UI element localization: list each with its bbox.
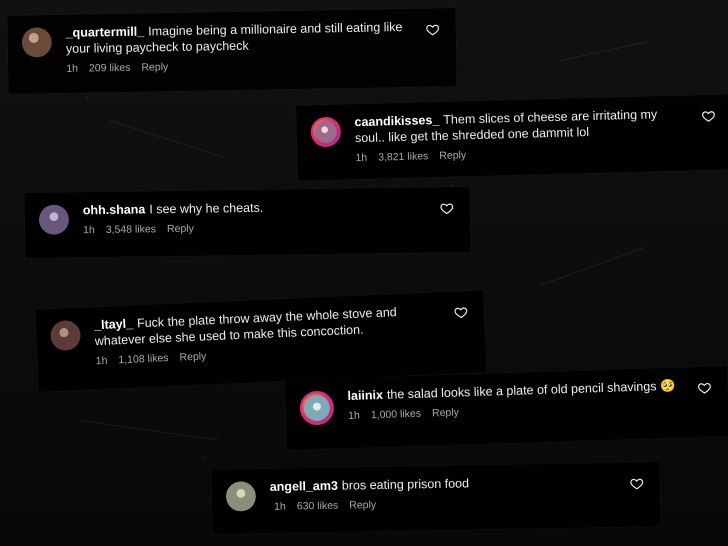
username[interactable]: ohh.shana (83, 202, 146, 217)
comment-text: angell_am3 bros eating prison food (270, 473, 618, 495)
comment-text: caandikisses_ Them slices of cheese are i… (354, 105, 690, 146)
comment-content: ohh.shana I see why he cheats. 1h 3,548 l… (83, 197, 428, 237)
avatar-image (38, 204, 70, 235)
avatar-image (21, 27, 53, 58)
like-count[interactable]: 3,821 likes (378, 150, 429, 163)
comment-card: caandikisses_ Them slices of cheese are i… (296, 94, 728, 181)
username[interactable]: _ltayl_ (94, 317, 133, 333)
comment-body: bros eating prison food (341, 476, 470, 493)
comment-text: ohh.shana I see why he cheats. (83, 197, 428, 218)
avatar-image (314, 120, 338, 144)
like-count[interactable]: 1,000 likes (371, 408, 422, 422)
timestamp: 1h (355, 151, 368, 165)
heart-icon[interactable] (454, 305, 469, 320)
like-count[interactable]: 3,548 likes (106, 223, 156, 236)
heart-icon[interactable] (630, 476, 644, 490)
reply-button[interactable]: Reply (179, 350, 206, 363)
comment-meta: 1h 3,548 likes Reply (83, 219, 428, 237)
reply-button[interactable]: Reply (432, 407, 459, 420)
avatar-image (49, 319, 82, 352)
timestamp: 1h (66, 62, 79, 75)
avatar[interactable] (225, 481, 257, 512)
avatar-image (225, 481, 257, 512)
comment-content: laiinix the salad looks like a plate of o… (347, 377, 686, 422)
username[interactable]: _quartermill_ (66, 25, 145, 40)
like-count[interactable]: 209 likes (89, 62, 131, 75)
avatar[interactable] (310, 116, 342, 148)
comment-content: angell_am3 bros eating prison food 1h 630… (270, 473, 619, 513)
heart-icon[interactable] (701, 109, 715, 123)
avatar[interactable] (49, 319, 82, 352)
heart-icon[interactable] (440, 201, 454, 215)
avatar[interactable] (38, 204, 70, 235)
comment-card: laiinix the salad looks like a plate of o… (285, 366, 728, 450)
timestamp: 1h (347, 409, 361, 422)
comment-content: caandikisses_ Them slices of cheese are i… (354, 105, 690, 164)
like-count[interactable]: 1,108 likes (118, 352, 169, 366)
reply-button[interactable]: Reply (439, 149, 466, 162)
timestamp: 1h (95, 354, 108, 368)
timestamp: 1h (83, 224, 95, 237)
avatar[interactable] (21, 27, 53, 58)
username[interactable]: caandikisses_ (354, 113, 439, 129)
timestamp: 1h (274, 500, 286, 513)
comment-card: angell_am3 bros eating prison food 1h 630… (211, 462, 661, 534)
comment-meta: 1h 209 likes Reply (66, 57, 414, 75)
heart-icon[interactable] (697, 381, 711, 395)
comment-content: _quartermill_ Imagine being a millionaire… (66, 19, 415, 75)
username[interactable]: laiinix (347, 388, 383, 403)
username[interactable]: angell_am3 (270, 479, 338, 494)
comment-content: _ltayl_ Fuck the plate throw away the who… (94, 302, 444, 367)
avatar[interactable] (299, 390, 335, 426)
comment-meta: 1h 3,821 likes Reply (355, 143, 690, 164)
comment-meta: 1h 630 likes Reply (274, 495, 618, 513)
like-count[interactable]: 630 likes (297, 500, 339, 513)
comment-body: Fuck the plate throw away the whole stov… (94, 305, 397, 349)
comment-text: _quartermill_ Imagine being a millionaire… (66, 19, 415, 57)
comment-body: I see why he cheats. (149, 200, 264, 217)
comment-meta: 1h 1,000 likes Reply (348, 399, 686, 422)
avatar-image (303, 394, 331, 422)
reply-button[interactable]: Reply (349, 499, 376, 511)
reply-button[interactable]: Reply (167, 223, 194, 235)
comment-body: the salad looks like a plate of old penc… (386, 378, 676, 402)
comment-card: ohh.shana I see why he cheats. 1h 3,548 l… (24, 186, 471, 259)
reply-button[interactable]: Reply (141, 61, 168, 73)
comment-card: _quartermill_ Imagine being a millionaire… (7, 8, 457, 94)
heart-icon[interactable] (426, 22, 440, 36)
